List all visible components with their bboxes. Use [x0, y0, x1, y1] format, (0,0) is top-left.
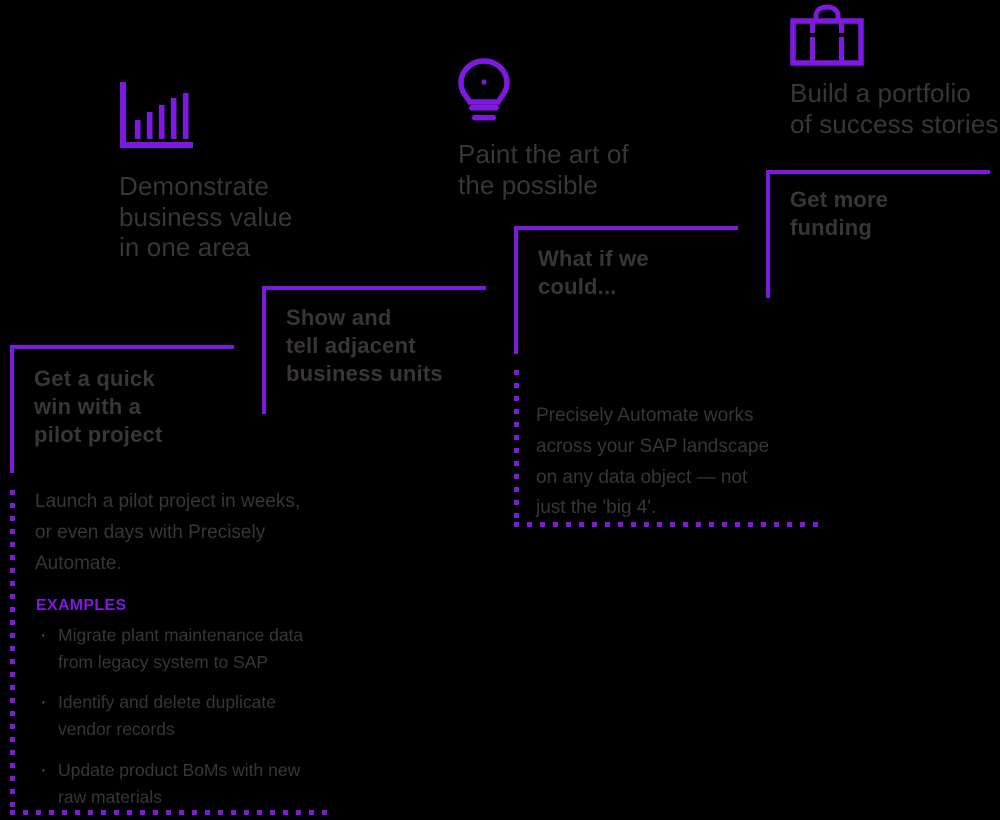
bracket-top-show-and-tell — [262, 286, 486, 290]
dotted-border-left-what-if-we-could — [514, 370, 519, 522]
list-item: Identify and delete duplicate vendor rec… — [36, 687, 366, 743]
action-heading-what-if-we-could: What if we could... — [538, 246, 649, 300]
bracket-top-get-more-funding — [766, 170, 990, 174]
outcome-heading-build-a-portfolio: Build a portfolio of success stories — [790, 78, 999, 139]
lightbulb-icon — [456, 57, 512, 132]
bracket-top-get-a-quick-win — [10, 345, 234, 349]
outcome-heading-paint-the-art-of-the-possible: Paint the art of the possible — [458, 139, 629, 200]
briefcase-icon — [789, 4, 865, 71]
infographic-canvas: Demonstrate business value in one area P… — [0, 0, 1000, 820]
outcome-heading-demonstrate-business-value: Demonstrate business value in one area — [119, 171, 293, 263]
detail-paragraph-what-if-we-could: Precisely Automate works across your SAP… — [536, 405, 770, 519]
bracket-left-get-a-quick-win — [10, 345, 14, 473]
bracket-top-what-if-we-could — [514, 226, 738, 230]
examples-list: Migrate plant maintenance data from lega… — [36, 620, 366, 820]
action-heading-show-and-tell-adjacent-business-units: Show and tell adjacent business units — [286, 305, 443, 387]
detail-paragraph-pilot-project: Launch a pilot project in weeks, or even… — [35, 491, 301, 574]
examples-label: EXAMPLES — [36, 597, 127, 614]
list-item: Update product BoMs with new raw materia… — [36, 754, 366, 811]
bracket-left-get-more-funding — [766, 170, 770, 298]
list-item: Migrate plant maintenance data from lega… — [36, 620, 366, 676]
action-heading-get-a-quick-win-with-a-pilot-project: Get a quick win with a pilot project — [34, 366, 163, 448]
bar-chart-icon — [118, 82, 196, 155]
action-heading-get-more-funding: Get more funding — [790, 187, 889, 241]
dotted-border-left-pilot-project — [10, 490, 15, 810]
